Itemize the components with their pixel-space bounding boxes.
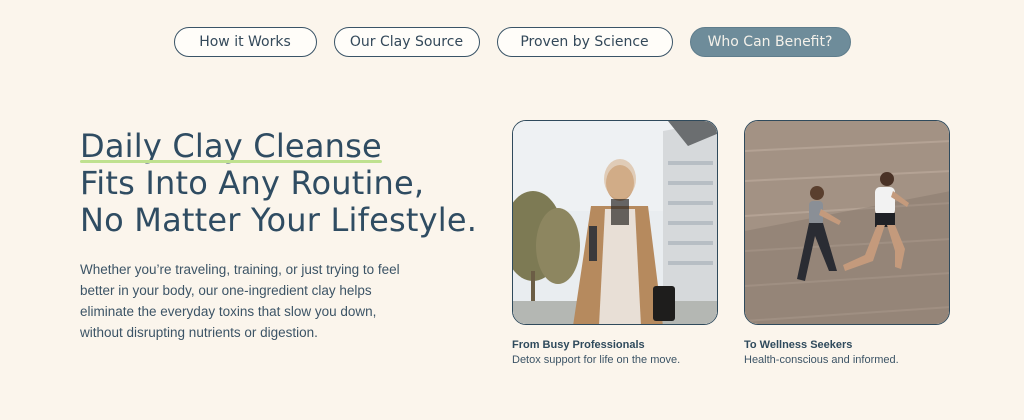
runners-photo: [744, 120, 950, 325]
headline-line-1: Daily Clay Cleanse: [80, 127, 382, 165]
tab-who-can-benefit[interactable]: Who Can Benefit?: [689, 27, 851, 57]
tab-proven-by-science[interactable]: Proven by Science: [496, 27, 673, 57]
card-title: To Wellness Seekers: [744, 339, 853, 351]
tab-how-it-works[interactable]: How it Works: [173, 27, 317, 57]
headline-line-2: Fits Into Any Routine,: [80, 164, 425, 202]
card-busy-professionals: From Busy Professionals Detox support fo…: [512, 120, 718, 366]
card-description: Health-conscious and informed.: [744, 354, 899, 366]
intro-paragraph: Whether you’re traveling, training, or j…: [80, 262, 400, 340]
card-wellness-seekers: To Wellness Seekers Health-conscious and…: [744, 120, 950, 366]
tab-our-clay-source[interactable]: Our Clay Source: [333, 27, 480, 57]
professional-photo: [512, 120, 718, 325]
page-headline: Daily Clay Cleanse Fits Into Any Routine…: [80, 128, 477, 239]
section-tabs: How it Works Our Clay Source Proven by S…: [0, 27, 1024, 57]
card-title: From Busy Professionals: [512, 339, 645, 351]
headline-line-3: No Matter Your Lifestyle.: [80, 201, 478, 239]
card-description: Detox support for life on the move.: [512, 354, 681, 366]
